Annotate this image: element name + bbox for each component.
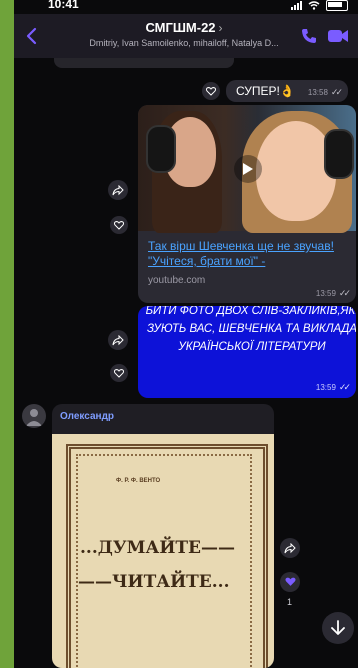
read-ticks-icon: ✓✓ bbox=[338, 288, 351, 298]
book-title-line: ...ДУМАЙТЕ—— bbox=[80, 538, 236, 558]
chevron-right-icon: › bbox=[218, 21, 223, 35]
share-icon[interactable] bbox=[108, 180, 128, 200]
heart-icon[interactable] bbox=[110, 364, 128, 382]
heart-icon[interactable] bbox=[110, 216, 128, 234]
inner-border bbox=[76, 454, 252, 668]
left-edge bbox=[0, 0, 14, 668]
message-line: УКРАЇНСЬКОЇ ЛІТЕРАТУРИ bbox=[178, 341, 326, 353]
heart-icon[interactable] bbox=[202, 82, 220, 100]
message-text: СУПЕР!👌 bbox=[236, 84, 295, 98]
chat-members: Dmitriy, Ivan Samoilenko, mihailoff, Nat… bbox=[89, 38, 279, 48]
photo-message[interactable]: Олександр Ф. Р. Ф. ВЕНТО ...ДУМАЙТЕ—— ——… bbox=[52, 404, 274, 668]
link-domain: youtube.com bbox=[148, 275, 206, 286]
video-link-message[interactable]: Так вірш Шевченка ще не звучав! "Учітеся… bbox=[138, 105, 356, 303]
chat-header: СМГШМ-22 › Dmitriy, Ivan Samoilenko, miha… bbox=[14, 14, 358, 58]
share-icon[interactable] bbox=[108, 330, 128, 350]
battery-icon bbox=[326, 0, 348, 11]
read-ticks-icon: ✓✓ bbox=[338, 382, 351, 392]
book-author: Ф. Р. Ф. ВЕНТО bbox=[116, 478, 161, 484]
message-line: БИТИ ФОТО ДВОХ СЛІВ-ЗАКЛИКІВ,ЯКІ bbox=[145, 306, 356, 317]
read-ticks-icon: ✓✓ bbox=[330, 87, 343, 97]
message-text: БИТИ ФОТО ДВОХ СЛІВ-ЗАКЛИКІВ,ЯКІ ЗУЮТЬ В… bbox=[138, 306, 356, 356]
share-icon[interactable] bbox=[280, 538, 300, 558]
reaction-count: 1 bbox=[287, 597, 293, 607]
message-time: 13:59 bbox=[315, 383, 336, 392]
chat-title: СМГШМ-22 › bbox=[59, 20, 309, 35]
chat-title-text: СМГШМ-22 bbox=[145, 20, 216, 35]
status-icons bbox=[291, 0, 348, 11]
status-bar: 10:41 bbox=[14, 0, 358, 14]
chat-screen: 10:41 СМГШМ-22 › Dmitriy, Ivan Samoilenko… bbox=[14, 0, 358, 668]
heart-icon[interactable] bbox=[280, 572, 300, 592]
headphones-image bbox=[146, 125, 176, 173]
chevron-left-icon[interactable] bbox=[22, 26, 42, 46]
sender-name[interactable]: Олександр bbox=[60, 411, 114, 422]
headphones-image bbox=[324, 129, 354, 179]
play-icon[interactable] bbox=[234, 155, 262, 183]
previous-message-edge bbox=[54, 58, 234, 68]
message-meta: 13:59 ✓✓ bbox=[315, 382, 351, 393]
message-meta: 13:59 ✓✓ bbox=[315, 288, 351, 299]
blue-text-message[interactable]: БИТИ ФОТО ДВОХ СЛІВ-ЗАКЛИКІВ,ЯКІ ЗУЮТЬ В… bbox=[138, 306, 356, 398]
chat-title-area[interactable]: СМГШМ-22 › Dmitriy, Ivan Samoilenko, miha… bbox=[59, 20, 309, 48]
avatar[interactable] bbox=[22, 404, 46, 428]
message-line: ЗУЮТЬ ВАС, ШЕВЧЕНКА ТА ВИКЛАДА bbox=[146, 323, 356, 335]
message-meta: 13:58 ✓✓ bbox=[307, 87, 343, 98]
message-time: 13:58 bbox=[307, 88, 328, 97]
book-cover-image[interactable]: Ф. Р. Ф. ВЕНТО ...ДУМАЙТЕ—— ——ЧИТАЙТЕ... bbox=[52, 434, 274, 668]
video-thumbnail[interactable] bbox=[138, 105, 356, 233]
status-time: 10:41 bbox=[48, 0, 79, 11]
phone-icon[interactable] bbox=[300, 27, 318, 45]
message-time: 13:59 bbox=[315, 289, 336, 298]
link-title[interactable]: Так вірш Шевченка ще не звучав! "Учітеся… bbox=[148, 239, 348, 269]
book-title-line: ——ЧИТАЙТЕ... bbox=[78, 572, 230, 592]
wifi-icon bbox=[308, 1, 320, 10]
video-camera-icon[interactable] bbox=[327, 27, 349, 45]
message-bubble-super[interactable]: СУПЕР!👌 13:58 ✓✓ bbox=[226, 80, 348, 102]
arrow-down-icon[interactable] bbox=[322, 612, 354, 644]
signal-icon bbox=[291, 1, 302, 10]
